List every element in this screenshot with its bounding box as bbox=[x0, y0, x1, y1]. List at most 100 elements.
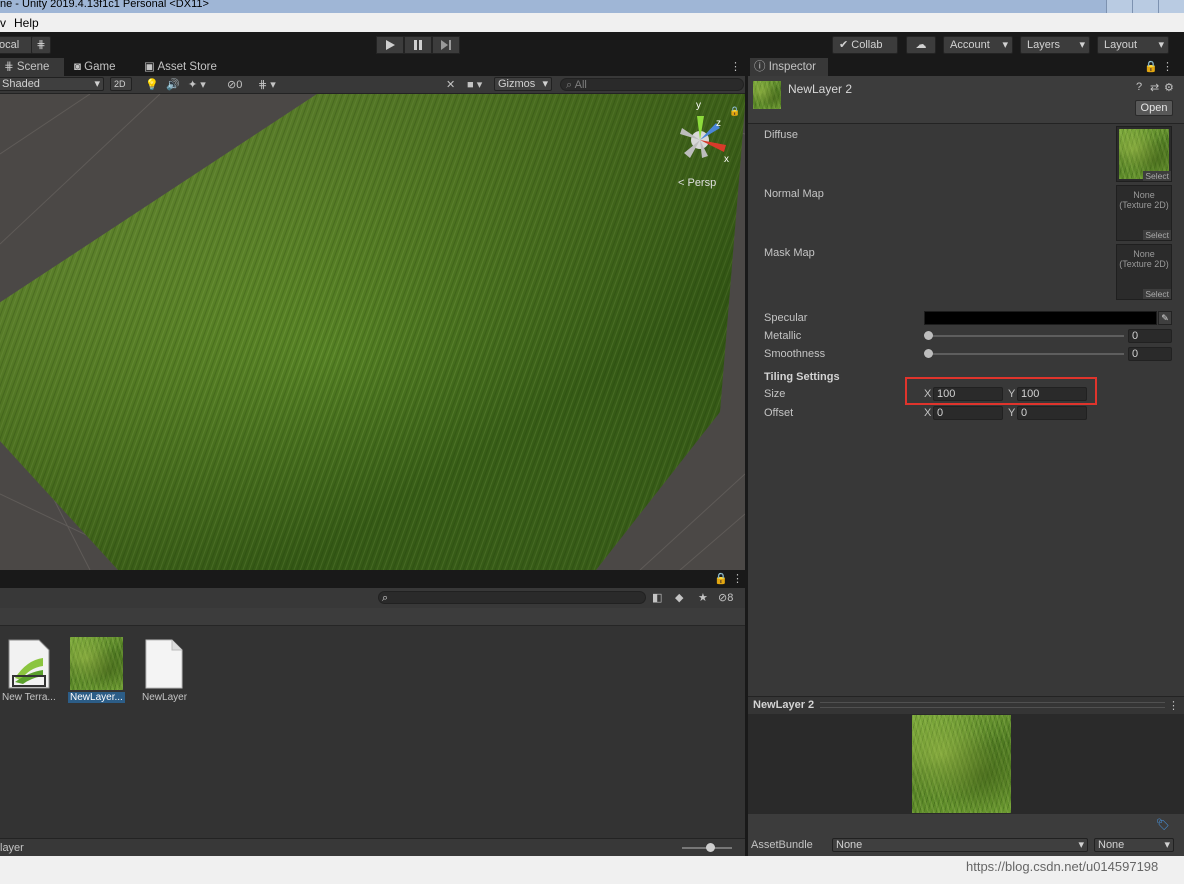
grid-snap-button[interactable]: ⋕ bbox=[31, 36, 51, 54]
gear-icon[interactable]: ⚙ bbox=[1164, 81, 1174, 94]
pause-button[interactable] bbox=[404, 36, 432, 54]
asset-item-selected[interactable]: NewLayer... bbox=[66, 636, 128, 708]
metallic-slider-knob[interactable] bbox=[924, 331, 933, 340]
project-breadcrumb bbox=[0, 608, 745, 626]
cloud-button[interactable]: ☁ bbox=[906, 36, 936, 54]
offset-x-input[interactable]: 0 bbox=[933, 406, 1003, 420]
asset-item[interactable]: NewLayer bbox=[138, 636, 196, 708]
tools-icon[interactable]: ✕ bbox=[446, 78, 455, 91]
layout-dropdown[interactable]: Layout ▾ bbox=[1097, 36, 1169, 54]
camera-icon[interactable]: ■ ▾ bbox=[467, 78, 482, 91]
asset-thumbnail bbox=[753, 81, 781, 109]
label-tag-icon[interactable]: 🏷 bbox=[1156, 818, 1170, 831]
gamepad-icon: ◙ bbox=[74, 61, 81, 73]
preview-title: NewLayer 2 bbox=[753, 699, 815, 711]
project-search-input[interactable]: ⌕ bbox=[378, 591, 646, 604]
panel-menu-icon[interactable]: ⋮ bbox=[1168, 699, 1179, 712]
inspector-body: Diffuse Select Normal Map None (Texture … bbox=[748, 124, 1184, 696]
help-icon[interactable]: ? bbox=[1136, 81, 1142, 93]
layers-dropdown[interactable]: Layers ▾ bbox=[1020, 36, 1090, 54]
size-x-input[interactable]: 100 bbox=[933, 387, 1003, 401]
normal-map-slot[interactable]: None (Texture 2D) Select bbox=[1116, 185, 1172, 241]
store-icon: ▣ bbox=[144, 61, 155, 73]
menu-window[interactable]: v bbox=[0, 16, 6, 30]
step-button[interactable] bbox=[432, 36, 460, 54]
axis-label-z: z bbox=[716, 118, 721, 129]
persp-label[interactable]: < Persp bbox=[678, 177, 716, 189]
tab-inspector[interactable]: ⓘ Inspector bbox=[750, 58, 828, 76]
select-button[interactable]: Select bbox=[1143, 289, 1171, 299]
grass-texture-thumbnail bbox=[70, 637, 123, 690]
diffuse-texture-slot[interactable]: Select bbox=[1116, 126, 1172, 182]
asset-item[interactable]: New Terra... bbox=[0, 636, 58, 708]
eyedropper-icon[interactable]: ✎ bbox=[1158, 311, 1172, 325]
panel-menu-icon[interactable]: ⋮ bbox=[732, 572, 743, 585]
filter-type-icon[interactable]: ◧ bbox=[652, 591, 662, 604]
lock-icon[interactable]: 🔒 bbox=[729, 106, 740, 117]
eye-slash-icon: ⊘ bbox=[718, 592, 728, 604]
play-button[interactable] bbox=[376, 36, 404, 54]
main-toolbar: ocal ⋕ ✔ Collab ▾ ☁ Account▾ Layers▾ Lay… bbox=[0, 32, 1184, 67]
size-label: Size bbox=[764, 388, 786, 400]
selected-asset-path: layer bbox=[0, 842, 24, 854]
specular-label: Specular bbox=[764, 312, 808, 324]
scene-orientation-gizmo[interactable]: y z x 🔒 bbox=[672, 98, 742, 178]
panel-menu-icon[interactable]: ⋮ bbox=[1162, 60, 1173, 73]
collab-dropdown[interactable]: ✔ Collab ▾ bbox=[832, 36, 898, 67]
window-title: ne - Unity 2019.4.13f1c1 Personal <DX11> bbox=[0, 0, 209, 10]
preset-icon[interactable]: ⇄ bbox=[1150, 81, 1159, 94]
tab-menu-icon[interactable]: ⋮ bbox=[730, 60, 741, 73]
close-button[interactable] bbox=[1158, 0, 1184, 13]
maximize-button[interactable] bbox=[1132, 0, 1158, 13]
lock-icon[interactable]: 🔒 bbox=[714, 572, 728, 585]
grid-icon: ⋕ bbox=[36, 39, 46, 51]
select-button[interactable]: Select bbox=[1143, 230, 1171, 240]
tab-game[interactable]: ◙ Game bbox=[70, 58, 136, 76]
account-dropdown[interactable]: Account ▾ bbox=[943, 36, 1013, 54]
pause-icon bbox=[414, 40, 422, 50]
smoothness-slider-knob[interactable] bbox=[924, 349, 933, 358]
tab-asset-store[interactable]: ▣ Asset Store bbox=[140, 58, 230, 76]
offset-y-axis-label: Y bbox=[1008, 407, 1016, 419]
smoothness-slider[interactable] bbox=[928, 353, 1124, 355]
open-button[interactable]: Open bbox=[1135, 100, 1173, 116]
terrain-asset-icon bbox=[8, 639, 50, 689]
grid-toggle-icon[interactable]: ⋕ ▾ bbox=[258, 78, 276, 91]
assetbundle-name-dropdown[interactable]: None ▾ bbox=[832, 838, 1088, 852]
minimize-button[interactable] bbox=[1106, 0, 1132, 13]
menu-help[interactable]: Help bbox=[14, 16, 39, 30]
tab-scene[interactable]: ⋕ Scene bbox=[0, 58, 64, 76]
play-icon bbox=[386, 40, 395, 50]
assetbundle-variant-dropdown[interactable]: None ▾ bbox=[1094, 838, 1174, 852]
play-controls bbox=[376, 36, 460, 54]
specular-color-field[interactable] bbox=[924, 311, 1157, 325]
scene-search-input[interactable]: ⌕ All bbox=[560, 78, 744, 91]
lock-icon[interactable]: 🔒 bbox=[1144, 60, 1158, 73]
gizmos-dropdown[interactable]: Gizmos ▾ bbox=[494, 77, 552, 91]
hidden-objects-toggle[interactable]: ⊘0 bbox=[227, 78, 242, 91]
favorite-star-icon[interactable]: ★ bbox=[698, 591, 708, 604]
metallic-value-input[interactable]: 0 bbox=[1128, 329, 1172, 343]
filter-label-icon[interactable]: ◆ bbox=[675, 591, 683, 604]
metallic-slider[interactable] bbox=[928, 335, 1124, 337]
audio-icon[interactable]: 🔊 bbox=[166, 78, 180, 91]
smoothness-value-input[interactable]: 0 bbox=[1128, 347, 1172, 361]
lighting-icon[interactable]: 💡 bbox=[145, 78, 159, 91]
offset-y-input[interactable]: 0 bbox=[1017, 406, 1087, 420]
hidden-packages-toggle[interactable]: ⊘8 bbox=[718, 591, 733, 604]
eye-slash-icon: ⊘ bbox=[227, 79, 237, 91]
toggle-2d-button[interactable]: 2D bbox=[110, 77, 132, 91]
icon-size-slider-knob[interactable] bbox=[706, 843, 715, 852]
window-controls bbox=[1106, 0, 1184, 13]
shading-mode-dropdown[interactable]: Shaded ▾ bbox=[0, 77, 104, 91]
preview-area bbox=[748, 714, 1184, 814]
diffuse-label: Diffuse bbox=[764, 129, 799, 141]
menu-bar: v Help bbox=[0, 13, 1184, 32]
preview-drag-handle[interactable] bbox=[820, 702, 1165, 708]
mask-map-label: Mask Map bbox=[764, 247, 815, 259]
select-button[interactable]: Select bbox=[1143, 171, 1171, 181]
mask-map-slot[interactable]: None (Texture 2D) Select bbox=[1116, 244, 1172, 300]
effects-icon[interactable]: ✦ ▾ bbox=[188, 78, 206, 91]
size-y-input[interactable]: 100 bbox=[1017, 387, 1087, 401]
scene-viewport[interactable]: y z x 🔒 < Persp bbox=[0, 94, 745, 570]
